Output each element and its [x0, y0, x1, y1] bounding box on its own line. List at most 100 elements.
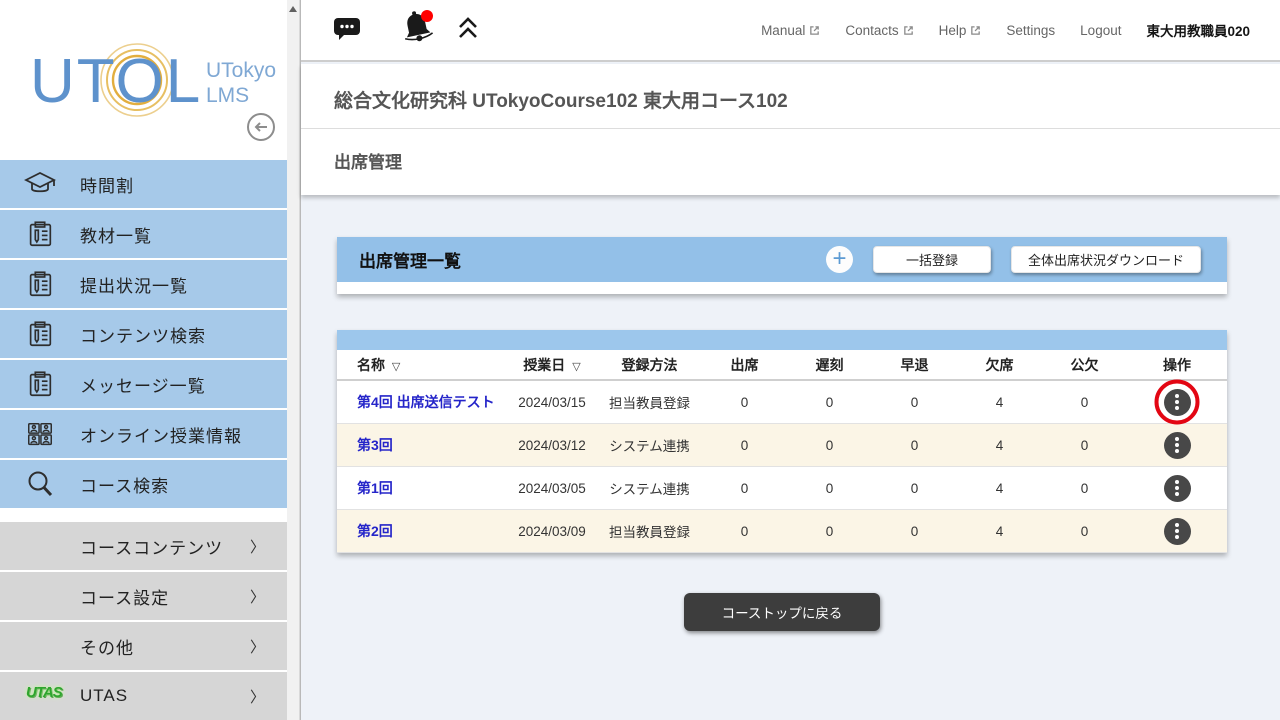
- sidebar-item-label: コース設定: [80, 584, 169, 609]
- help-link[interactable]: Help: [939, 23, 982, 38]
- external-link-icon: [903, 25, 914, 36]
- absent-count: 4: [957, 481, 1042, 496]
- row-actions-kebab-menu[interactable]: [1164, 389, 1191, 416]
- back-button-wrap: コーストップに戻る: [337, 593, 1227, 631]
- clipboard-icon: [0, 319, 80, 349]
- table-top-strip: [337, 330, 1227, 350]
- download-attendance-button[interactable]: 全体出席状況ダウンロード: [1011, 246, 1201, 273]
- logout-link[interactable]: Logout: [1080, 23, 1121, 38]
- utol-lms-app: UTOL UTokyo LMS 時間割: [0, 0, 1280, 720]
- notification-bell-icon[interactable]: [401, 9, 435, 52]
- chat-icon[interactable]: [333, 15, 361, 46]
- registration-method: 担当教員登録: [597, 521, 702, 541]
- sidebar-item-materials[interactable]: 教材一覧: [0, 210, 287, 258]
- attendance-list-title: 出席管理一覧: [359, 247, 461, 272]
- settings-link[interactable]: Settings: [1006, 23, 1055, 38]
- early-leave-count: 0: [872, 481, 957, 496]
- present-count: 0: [702, 395, 787, 410]
- utol-logo: UTOL UTokyo LMS: [28, 30, 278, 125]
- manual-link[interactable]: Manual: [761, 23, 820, 38]
- arrow-left-icon: [253, 119, 269, 135]
- column-header-excused: 公欠: [1042, 355, 1127, 375]
- attendance-list-body: [337, 282, 1227, 294]
- external-link-icon: [970, 25, 981, 36]
- utas-logo-icon: UTAS: [26, 684, 62, 701]
- page-title: 出席管理: [301, 129, 1280, 173]
- attendance-name-link[interactable]: 第1回: [357, 480, 393, 496]
- excused-count: 0: [1042, 481, 1127, 496]
- present-count: 0: [702, 438, 787, 453]
- row-actions-kebab-menu[interactable]: [1164, 475, 1191, 502]
- sidebar-item-label: コンテンツ検索: [80, 322, 206, 347]
- actions-cell: [1127, 432, 1227, 459]
- course-title: 総合文化研究科 UTokyoCourse102 東大用コース102: [301, 64, 1280, 113]
- column-header-absent: 欠席: [957, 355, 1042, 375]
- bulk-register-button[interactable]: 一括登録: [873, 246, 991, 273]
- sidebar-item-messages[interactable]: メッセージ一覧: [0, 360, 287, 408]
- chevron-right-icon: 〉: [250, 636, 265, 657]
- attendance-name-link[interactable]: 第2回: [357, 523, 393, 539]
- topbar-links: Manual Contacts Help: [761, 20, 1250, 40]
- early-leave-count: 0: [872, 438, 957, 453]
- clipboard-icon: [0, 219, 80, 249]
- chevron-right-icon: 〉: [250, 586, 265, 607]
- logout-link-label: Logout: [1080, 23, 1121, 38]
- class-date: 2024/03/05: [507, 481, 597, 496]
- sidebar-item-others[interactable]: その他 〉: [0, 622, 287, 670]
- sidebar-item-label: 時間割: [80, 172, 134, 197]
- column-header-date[interactable]: 授業日 ▽: [507, 355, 597, 375]
- page-header-panel: 総合文化研究科 UTokyoCourse102 東大用コース102 出席管理: [301, 64, 1280, 195]
- scroll-up-arrow-icon[interactable]: [289, 6, 297, 12]
- sidebar-item-content-search[interactable]: コンテンツ検索: [0, 310, 287, 358]
- list-controls: + 一括登録 全体出席状況ダウンロード: [826, 246, 1201, 273]
- column-header-method: 登録方法: [597, 355, 702, 375]
- sidebar-item-label: UTAS: [80, 686, 128, 706]
- back-to-course-top-button[interactable]: コーストップに戻る: [684, 593, 881, 631]
- sidebar-item-utas[interactable]: UTAS UTAS 〉: [0, 672, 287, 720]
- sort-icon[interactable]: ▽: [572, 361, 580, 373]
- sidebar-item-label: 教材一覧: [80, 222, 152, 247]
- contacts-link[interactable]: Contacts: [845, 23, 913, 38]
- excused-count: 0: [1042, 395, 1127, 410]
- sort-icon[interactable]: ▽: [392, 361, 400, 373]
- logo-tagline-1: UTokyo: [206, 59, 276, 82]
- table-row: 第3回 2024/03/12 システム連携 0 0 0 4 0: [337, 424, 1227, 467]
- sidebar-collapse-button[interactable]: [247, 113, 275, 141]
- excused-count: 0: [1042, 524, 1127, 539]
- sidebar-item-timetable[interactable]: 時間割: [0, 160, 287, 208]
- sidebar-scrollbar[interactable]: [287, 0, 300, 720]
- settings-link-label: Settings: [1006, 23, 1055, 38]
- row-actions-kebab-menu[interactable]: [1164, 518, 1191, 545]
- manual-link-label: Manual: [761, 23, 805, 38]
- attendance-name-link[interactable]: 第4回 出席送信テスト: [357, 394, 495, 410]
- add-attendance-button[interactable]: +: [826, 246, 853, 273]
- online-class-icon: [0, 419, 80, 449]
- search-icon: [0, 468, 80, 500]
- absent-count: 4: [957, 524, 1042, 539]
- early-leave-count: 0: [872, 395, 957, 410]
- graduation-cap-icon: [0, 168, 80, 200]
- sidebar-item-course-contents[interactable]: コースコンテンツ 〉: [0, 522, 287, 570]
- late-count: 0: [787, 481, 872, 496]
- column-header-name[interactable]: 名称 ▽: [337, 355, 507, 375]
- class-date: 2024/03/12: [507, 438, 597, 453]
- sidebar-item-course-search[interactable]: コース検索: [0, 460, 287, 508]
- table-row: 第1回 2024/03/05 システム連携 0 0 0 4 0: [337, 467, 1227, 510]
- sidebar-item-submissions[interactable]: 提出状況一覧: [0, 260, 287, 308]
- attendance-name-link[interactable]: 第3回: [357, 437, 393, 453]
- present-count: 0: [702, 481, 787, 496]
- column-header-actions: 操作: [1127, 355, 1227, 375]
- sidebar-item-course-settings[interactable]: コース設定 〉: [0, 572, 287, 620]
- class-date: 2024/03/09: [507, 524, 597, 539]
- row-actions-kebab-menu[interactable]: [1164, 432, 1191, 459]
- attendance-list-panel: 出席管理一覧 + 一括登録 全体出席状況ダウンロード: [337, 237, 1227, 294]
- user-name: 東大用教職員020: [1146, 20, 1250, 40]
- collapse-all-icon[interactable]: [455, 15, 481, 46]
- notification-badge-dot: [421, 10, 433, 22]
- column-header-late: 遅刻: [787, 355, 872, 375]
- clipboard-icon: [0, 269, 80, 299]
- sidebar-item-online-class[interactable]: オンライン授業情報: [0, 410, 287, 458]
- attendance-table-panel: 名称 ▽ 授業日 ▽ 登録方法 出席 遅刻 早退 欠席 公欠 操作: [337, 330, 1227, 553]
- sidebar: UTOL UTokyo LMS 時間割: [0, 0, 287, 720]
- content-area: 出席管理一覧 + 一括登録 全体出席状況ダウンロード 名称 ▽: [301, 195, 1280, 720]
